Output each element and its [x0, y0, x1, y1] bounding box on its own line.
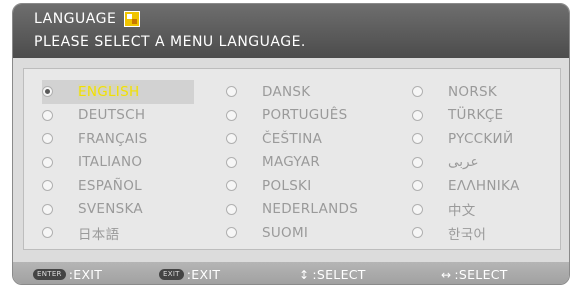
language-option-italiano[interactable]: ITALIANO — [42, 151, 194, 175]
footer-enter-hint: ENTER :EXIT — [33, 267, 102, 282]
language-label: 한국어 — [448, 226, 487, 243]
radio-icon[interactable] — [42, 156, 53, 168]
language-label: ENGLISH — [78, 83, 140, 100]
language-icon — [124, 11, 141, 27]
radio-icon[interactable] — [226, 227, 237, 239]
radio-icon[interactable] — [412, 227, 423, 239]
language-menu-window: LANGUAGE PLEASE SELECT A MENU LANGUAGE. … — [12, 3, 570, 285]
language-label: SUOMI — [262, 224, 309, 241]
menu-header: LANGUAGE PLEASE SELECT A MENU LANGUAGE. — [13, 4, 569, 58]
radio-icon[interactable] — [412, 133, 423, 145]
language-label: 日本語 — [78, 226, 120, 243]
menu-title: LANGUAGE — [34, 11, 117, 27]
language-option-norsk[interactable]: NORSK — [412, 80, 520, 104]
language-label: ESPAÑOL — [78, 177, 142, 194]
radio-icon[interactable] — [226, 86, 237, 98]
language-label: MAGYAR — [262, 154, 321, 171]
language-label: ITALIANO — [78, 154, 143, 171]
footer-leftright-hint: ↔ :SELECT — [441, 267, 508, 282]
language-option-turkce[interactable]: TÜRKÇE — [412, 104, 520, 128]
language-list-panel: ENGLISH DEUTSCH FRANÇAIS ITALIANO ESPAÑO… — [23, 68, 561, 250]
exit-key-icon: EXIT — [159, 269, 184, 280]
footer-exit-hint: EXIT :EXIT — [159, 267, 220, 282]
language-label: PYCCKИЙ — [448, 130, 514, 147]
enter-hint-label: :EXIT — [68, 267, 103, 282]
footer-help-bar: ENTER :EXIT EXIT :EXIT ↕ :SELECT ↔ :SELE… — [13, 262, 569, 284]
language-option-polski[interactable]: POLSKI — [226, 174, 358, 198]
radio-icon[interactable] — [42, 109, 53, 121]
header-title-row: LANGUAGE — [34, 11, 141, 27]
language-option-espanol[interactable]: ESPAÑOL — [42, 174, 194, 198]
language-label: PORTUGUÊS — [262, 107, 348, 124]
radio-selected-icon[interactable] — [42, 86, 53, 98]
language-label: ΕΛΛΗΝΙΚΑ — [448, 177, 520, 194]
radio-icon[interactable] — [226, 203, 237, 215]
language-label: NEDERLANDS — [262, 201, 359, 218]
language-label: 中文 — [448, 203, 476, 220]
language-label: TÜRKÇE — [448, 107, 504, 124]
language-column-1: ENGLISH DEUTSCH FRANÇAIS ITALIANO ESPAÑO… — [42, 80, 194, 245]
language-option-japanese[interactable]: 日本語 — [42, 221, 194, 245]
language-option-francais[interactable]: FRANÇAIS — [42, 127, 194, 151]
up-down-arrow-icon: ↕ — [299, 267, 310, 282]
language-option-english[interactable]: ENGLISH — [42, 80, 194, 104]
radio-icon[interactable] — [226, 156, 237, 168]
language-column-2: DANSK PORTUGUÊS ČEŠTINA MAGYAR POLSKI NE… — [226, 80, 358, 245]
radio-icon[interactable] — [42, 203, 53, 215]
radio-icon[interactable] — [226, 109, 237, 121]
enter-key-icon: ENTER — [33, 269, 66, 280]
leftright-hint-label: :SELECT — [454, 267, 508, 282]
language-option-dansk[interactable]: DANSK — [226, 80, 358, 104]
language-option-deutsch[interactable]: DEUTSCH — [42, 104, 194, 128]
language-option-svenska[interactable]: SVENSKA — [42, 198, 194, 222]
language-label: POLSKI — [262, 177, 312, 194]
language-option-magyar[interactable]: MAGYAR — [226, 151, 358, 175]
language-option-nederlands[interactable]: NEDERLANDS — [226, 198, 358, 222]
radio-icon[interactable] — [412, 156, 423, 168]
language-label: DANSK — [262, 83, 311, 100]
radio-icon[interactable] — [412, 86, 423, 98]
left-right-arrow-icon: ↔ — [441, 267, 452, 282]
menu-subtitle: PLEASE SELECT A MENU LANGUAGE. — [34, 34, 306, 50]
language-option-greek[interactable]: ΕΛΛΗΝΙΚΑ — [412, 174, 520, 198]
language-option-korean[interactable]: 한국어 — [412, 221, 520, 245]
footer-updown-hint: ↕ :SELECT — [299, 267, 366, 282]
language-label: FRANÇAIS — [78, 130, 148, 147]
exit-hint-label: :EXIT — [186, 267, 221, 282]
radio-icon[interactable] — [42, 180, 53, 192]
language-option-cestina[interactable]: ČEŠTINA — [226, 127, 358, 151]
language-label: DEUTSCH — [78, 107, 146, 124]
radio-icon[interactable] — [42, 227, 53, 239]
language-column-3: NORSK TÜRKÇE PYCCKИЙ عربى ΕΛΛΗΝΙΚΑ 中文 한국… — [412, 80, 520, 245]
language-option-arabic[interactable]: عربى — [412, 151, 520, 175]
language-option-portugues[interactable]: PORTUGUÊS — [226, 104, 358, 128]
radio-icon[interactable] — [412, 109, 423, 121]
radio-icon[interactable] — [42, 133, 53, 145]
radio-icon[interactable] — [412, 180, 423, 192]
language-label: SVENSKA — [78, 201, 143, 218]
radio-icon[interactable] — [226, 133, 237, 145]
language-label: NORSK — [448, 83, 498, 100]
language-label: ČEŠTINA — [262, 130, 323, 147]
language-option-chinese[interactable]: 中文 — [412, 198, 520, 222]
radio-icon[interactable] — [226, 180, 237, 192]
updown-hint-label: :SELECT — [312, 267, 366, 282]
language-option-suomi[interactable]: SUOMI — [226, 221, 358, 245]
language-label: عربى — [448, 154, 479, 171]
language-option-russian[interactable]: PYCCKИЙ — [412, 127, 520, 151]
radio-icon[interactable] — [412, 203, 423, 215]
